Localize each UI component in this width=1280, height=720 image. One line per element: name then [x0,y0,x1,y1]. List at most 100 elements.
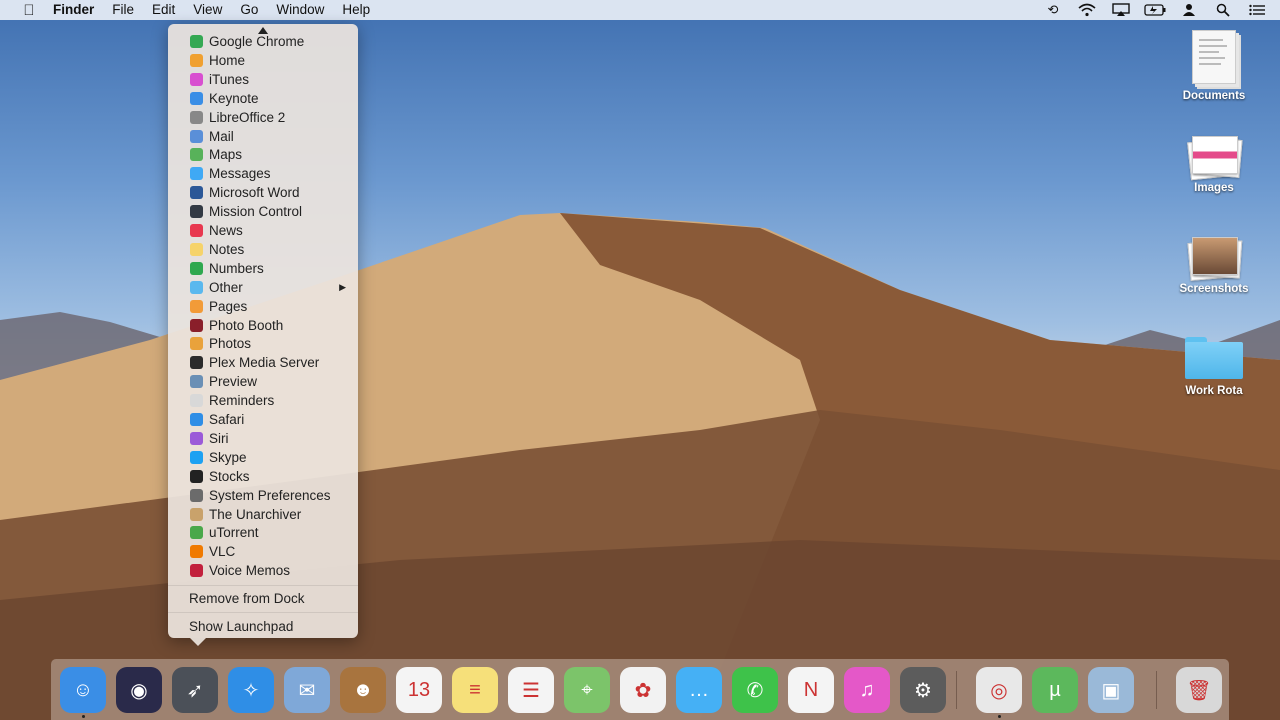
menu-item-label: News [209,223,243,238]
menu-item-microsoft-word[interactable]: Microsoft Word [168,183,358,202]
menu-file[interactable]: File [103,0,143,20]
maps-icon[interactable]: ⌖ [564,667,610,713]
desktop-icon-documents[interactable]: Documents [1164,30,1264,102]
menu-item-libreoffice-2[interactable]: LibreOffice 2 [168,108,358,127]
menu-item-siri[interactable]: Siri [168,429,358,448]
dock-glyph: … [689,678,709,701]
dock-glyph: ✆ [746,679,764,702]
menu-item-utorrent[interactable]: uTorrent [168,523,358,542]
menu-item-preview[interactable]: Preview [168,372,358,391]
dock-glyph: ✧ [242,679,260,702]
menu-item-label: Safari [209,412,245,427]
apple-menu-icon[interactable]:  [18,0,40,20]
menu-item-notes[interactable]: Notes [168,240,358,259]
menu-view[interactable]: View [184,0,231,20]
menu-item-vlc[interactable]: VLC [168,542,358,561]
menu-item-photo-booth[interactable]: Photo Booth [168,316,358,335]
menu-item-keynote[interactable]: Keynote [168,89,358,108]
menu-item-label: Stocks [209,468,250,484]
app-icon [190,469,203,483]
contacts-icon[interactable]: ☻ [340,667,386,713]
desktop-icon-label: Documents [1182,90,1246,102]
remove-from-dock-item[interactable]: Remove from Dock [189,591,305,606]
menu-item-label: Mission Control [209,204,303,220]
reminders-icon[interactable]: ☰ [508,667,554,713]
menu-edit[interactable]: Edit [143,0,184,20]
facetime-icon[interactable]: ✆ [732,667,778,713]
menu-item-label: Siri [209,430,229,446]
menu-item-pages[interactable]: Pages [168,297,358,316]
app-icon [190,53,203,67]
preview-icon[interactable]: ▣ [1088,667,1134,713]
notes-icon[interactable]: ≡ [452,667,498,713]
app-icon [190,356,203,370]
chrome-icon[interactable]: ◎ [976,667,1022,713]
menu-item-mission-control[interactable]: Mission Control [168,202,358,221]
siri-icon[interactable]: ◉ [116,667,162,713]
menu-item-label: Home [209,52,246,68]
news-icon[interactable]: N [788,667,834,713]
menu-item-label: VLC [209,544,236,560]
wifi-icon[interactable] [1070,0,1104,20]
running-indicator [82,715,85,718]
desktop-icon-work-rota[interactable]: Work Rota [1164,337,1264,397]
itunes-icon[interactable]: ♫ [844,667,890,713]
photos-icon[interactable]: ✿ [620,667,666,713]
finder-icon[interactable]: ☺ [60,667,106,713]
trash-icon[interactable]: 🗑 [1176,667,1222,713]
launchpad-icon[interactable]: ➶ [172,667,218,713]
mail-icon[interactable]: ✉ [284,667,330,713]
menu-item-label: LibreOffice 2 [209,109,286,125]
menu-item-label: Maps [209,147,243,163]
calendar-icon[interactable]: 13 [396,667,442,713]
menu-window[interactable]: Window [267,0,333,20]
menu-item-other[interactable]: Other ▶ [168,278,358,297]
dock-glyph: ≡ [469,678,481,701]
menu-item-google-chrome[interactable]: Google Chrome [168,32,358,51]
menu-help[interactable]: Help [333,0,379,20]
menu-item-label: Microsoft Word [209,185,300,201]
desktop-icon-images[interactable]: Images [1164,136,1264,194]
menu-pointer [190,638,206,646]
image-stack-icon [1187,136,1243,181]
user-icon[interactable] [1172,0,1206,20]
status-menus: ⟲ [1036,0,1274,20]
dock-glyph: ☺ [72,678,94,701]
menu-item-maps[interactable]: Maps [168,145,358,164]
menu-item-reminders[interactable]: Reminders [168,391,358,410]
menu-item-label: Pages [209,298,248,314]
menu-item-home[interactable]: Home [168,51,358,70]
dock-glyph: ◎ [990,679,1008,702]
battery-icon[interactable] [1138,0,1172,20]
app-icon [190,91,203,105]
menu-item-stocks[interactable]: Stocks [168,467,358,486]
menu-item-system-preferences[interactable]: System Preferences [168,486,358,505]
menu-item-the-unarchiver[interactable]: The Unarchiver [168,505,358,524]
menu-item-news[interactable]: News [168,221,358,240]
spotlight-icon[interactable] [1206,0,1240,20]
notification-center-icon[interactable] [1240,0,1274,20]
show-launchpad-item[interactable]: Show Launchpad [189,619,293,634]
menu-item-messages[interactable]: Messages [168,164,358,183]
safari-icon[interactable]: ✧ [228,667,274,713]
time-machine-icon[interactable]: ⟲ [1036,0,1070,20]
menu-item-voice-memos[interactable]: Voice Memos [168,561,358,580]
messages-icon[interactable]: … [676,667,722,713]
menu-item-label: The Unarchiver [209,506,302,522]
menu-item-plex-media-server[interactable]: Plex Media Server [168,353,358,372]
menu-item-mail[interactable]: Mail [168,127,358,146]
airplay-icon[interactable] [1104,0,1138,20]
submenu-arrow-icon: ▶ [339,281,346,292]
menu-item-itunes[interactable]: iTunes [168,70,358,89]
menu-item-safari[interactable]: Safari [168,410,358,429]
utorrent-icon[interactable]: µ [1032,667,1078,713]
running-indicator [998,715,1001,718]
menu-item-photos[interactable]: Photos [168,334,358,353]
system-preferences-icon[interactable]: ⚙ [900,667,946,713]
menu-item-label: Mail [209,128,234,144]
menu-item-skype[interactable]: Skype [168,448,358,467]
desktop-icon-screenshots[interactable]: Screenshots [1164,237,1264,295]
menu-item-numbers[interactable]: Numbers [168,259,358,278]
app-menu-finder[interactable]: Finder [44,0,103,20]
menu-go[interactable]: Go [231,0,267,20]
